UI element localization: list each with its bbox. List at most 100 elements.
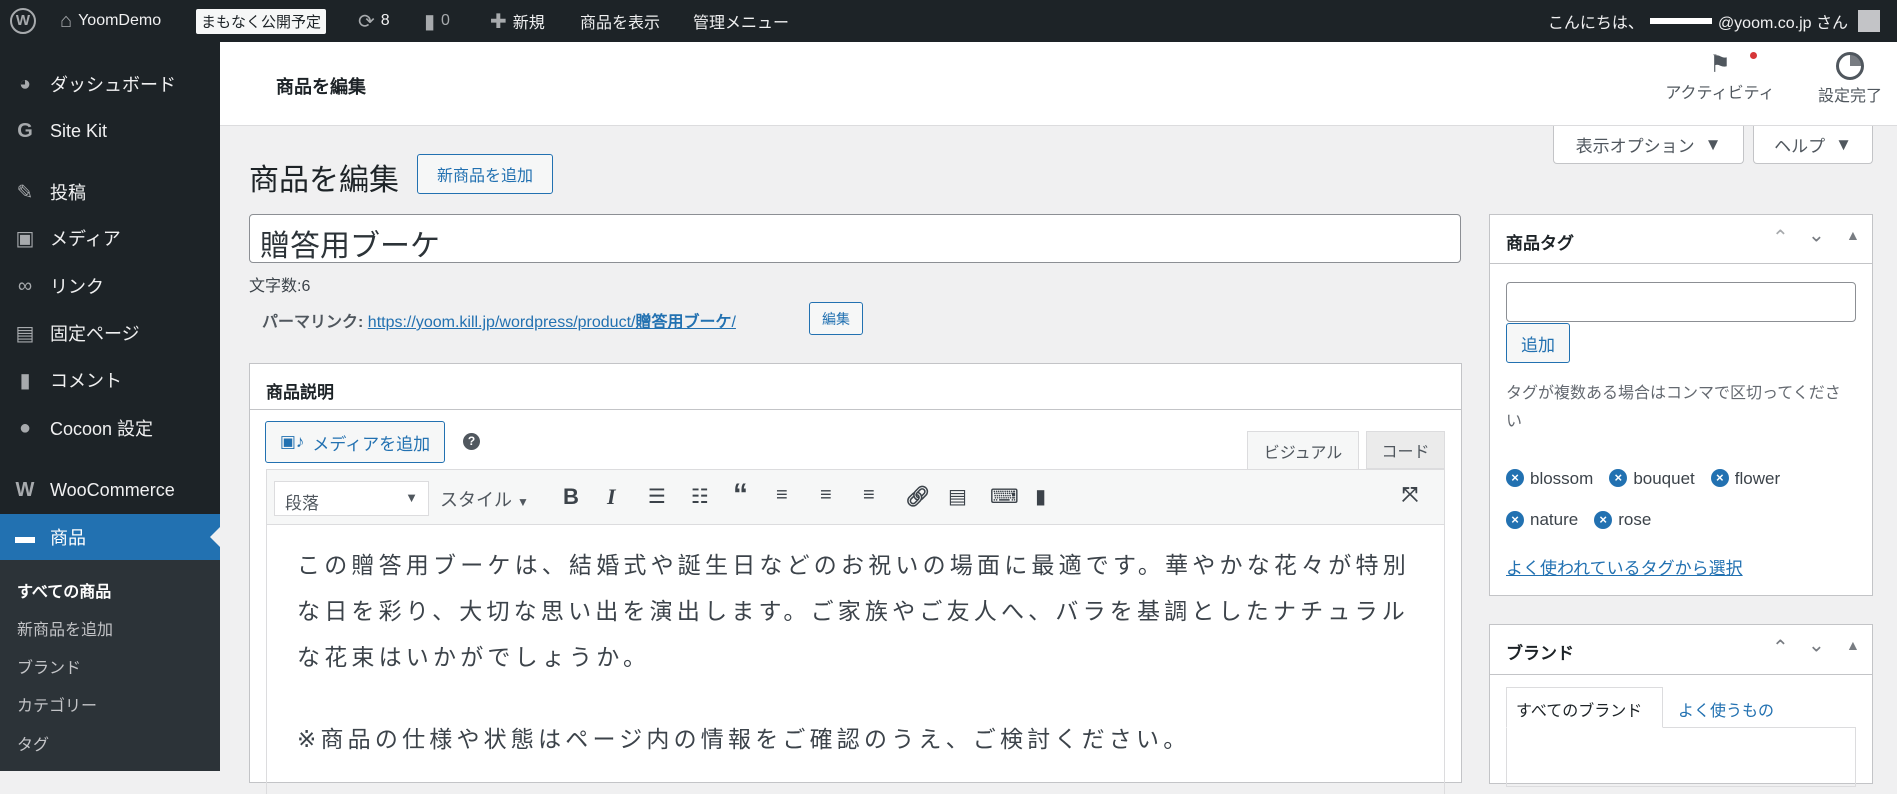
- menu-dashboard[interactable]: ◕ ダッシュボード: [0, 61, 220, 107]
- edit-permalink-button[interactable]: 編集: [809, 302, 863, 335]
- comments-link[interactable]: ▮ 0: [424, 0, 450, 42]
- tab-all-brands[interactable]: すべてのブランド: [1506, 687, 1663, 728]
- submenu-all-products[interactable]: すべての商品: [17, 578, 111, 602]
- align-right-icon[interactable]: ≡: [863, 484, 875, 507]
- move-up-icon[interactable]: ⌃: [1772, 635, 1789, 660]
- cocoon-icon: ●: [18, 416, 32, 439]
- menu-links[interactable]: ∞ リンク: [0, 263, 220, 309]
- media-icon: ▣♪: [279, 432, 305, 451]
- tag-item: × flower: [1710, 458, 1780, 499]
- woocommerce-header: 商品を編集 ⚑ アクティビティ 設定完了: [220, 42, 1897, 126]
- brand-list: [1506, 727, 1856, 787]
- submenu-brands[interactable]: ブランド: [17, 654, 81, 678]
- blockquote-icon[interactable]: “: [733, 478, 748, 512]
- fullscreen-icon[interactable]: ⤧: [1402, 484, 1418, 507]
- woo-icon: W: [15, 478, 35, 501]
- read-more-icon[interactable]: ▤: [948, 484, 967, 509]
- paragraph: ※商品の仕様や状態はページ内の情報をご確認のうえ、ご検討ください。: [297, 726, 1191, 752]
- my-account[interactable]: こんにちは、 @yoom.co.jp さん: [1548, 0, 1880, 42]
- media-icon: ▣: [15, 227, 35, 250]
- numbered-list-icon[interactable]: ☷: [691, 484, 709, 509]
- help-button[interactable]: ヘルプ ▼: [1753, 126, 1873, 164]
- format-select[interactable]: 段落 ▼: [274, 481, 429, 516]
- toolbar-toggle-icon[interactable]: ⌨: [990, 484, 1019, 509]
- tab-visual[interactable]: ビジュアル: [1247, 431, 1359, 470]
- coming-soon-badge[interactable]: まもなく公開予定: [196, 0, 327, 42]
- tag-item: × bouquet: [1609, 458, 1695, 499]
- remove-tag-icon[interactable]: ×: [1506, 510, 1524, 529]
- google-icon: G: [17, 119, 33, 142]
- submenu-add-new[interactable]: 新商品を追加: [17, 616, 113, 640]
- archive-icon: ▬: [15, 525, 35, 548]
- remove-tag-icon[interactable]: ×: [1506, 469, 1524, 487]
- caret-down-icon: ▼: [517, 495, 529, 509]
- plus-icon: ✚: [490, 10, 507, 33]
- permalink: パーマリンク: https://yoom.kill.jp/wordpress/p…: [262, 314, 736, 331]
- link-icon: ∞: [17, 274, 33, 297]
- tag-item: × blossom: [1506, 458, 1593, 499]
- tag-item: × rose: [1594, 499, 1651, 540]
- style-select[interactable]: スタイル ▼: [440, 486, 529, 512]
- site-name-link[interactable]: ⌂ YoomDemo: [60, 0, 161, 42]
- menu-comments[interactable]: ▮ コメント: [0, 357, 220, 403]
- collapse-icon[interactable]: ▲: [1846, 227, 1860, 243]
- move-down-icon[interactable]: ⌃: [1808, 221, 1825, 246]
- align-left-icon[interactable]: ≡: [776, 484, 788, 507]
- flag-icon: ⚑: [1709, 51, 1731, 78]
- tag-input[interactable]: [1506, 282, 1856, 322]
- brand-box: ブランド ⌃ ⌃ ▲ すべてのブランド よく使うもの: [1489, 624, 1873, 787]
- link-icon[interactable]: 🔗︎: [905, 484, 930, 509]
- add-tag-button[interactable]: 追加: [1506, 323, 1570, 363]
- admin-bar: W ⌂ YoomDemo まもなく公開予定 ⟳ 8 ▮ 0 ✚ 新規 商品を表示 管理メ…: [0, 0, 1897, 42]
- remove-tag-icon[interactable]: ×: [1609, 469, 1628, 487]
- caret-down-icon: ▼: [1835, 134, 1852, 154]
- menu-cocoon[interactable]: ● Cocoon 設定: [0, 405, 220, 451]
- updates-link[interactable]: ⟳ 8: [358, 0, 390, 42]
- permalink-link[interactable]: https://yoom.kill.jp/wordpress/product/贈…: [368, 314, 736, 331]
- editor-toolbar: 段落 ▼ スタイル ▼: [266, 469, 1445, 525]
- tab-popular-brands[interactable]: よく使うもの: [1678, 697, 1774, 721]
- menu-pages[interactable]: ▤ 固定ページ: [0, 310, 220, 356]
- new-content-link[interactable]: ✚ 新規: [490, 0, 545, 42]
- move-up-icon[interactable]: ⌃: [1772, 225, 1789, 250]
- bullet-list-icon[interactable]: ☰: [648, 484, 666, 509]
- menu-site-kit[interactable]: G Site Kit: [0, 108, 220, 154]
- menu-products[interactable]: ▬ 商品: [0, 514, 220, 560]
- page-title: 商品を編集: [249, 164, 399, 197]
- italic-icon[interactable]: I: [607, 484, 616, 510]
- product-title-input[interactable]: 贈答用ブーケ: [249, 214, 1461, 263]
- screen-options-button[interactable]: 表示オプション ▼: [1553, 126, 1744, 164]
- choose-popular-tags-link[interactable]: よく使われているタグから選択: [1506, 554, 1743, 579]
- activity-button[interactable]: ⚑ アクティビティ: [1660, 50, 1780, 103]
- bold-icon[interactable]: B: [563, 484, 579, 510]
- tag-help-text: タグが複数ある場合はコンマで区切ってください: [1506, 385, 1841, 430]
- add-media-button[interactable]: ▣♪ メディアを追加: [265, 421, 445, 463]
- collapse-icon[interactable]: ▲: [1846, 637, 1860, 653]
- caret-down-icon: ▼: [405, 490, 418, 505]
- updates-icon: ⟳: [358, 10, 375, 33]
- submenu-tags[interactable]: タグ: [17, 731, 49, 755]
- editor-content[interactable]: この贈答用ブーケは、結婚式や誕生日などのお祝いの場面に最適です。華やかな花々が特…: [266, 524, 1445, 794]
- tab-code[interactable]: コード: [1366, 431, 1445, 469]
- help-icon[interactable]: ?: [463, 433, 480, 450]
- menu-woocommerce[interactable]: W WooCommerce: [0, 467, 220, 513]
- page-break-icon[interactable]: ▮: [1035, 484, 1046, 509]
- view-product-link[interactable]: 商品を表示: [580, 0, 660, 42]
- admin-menu-link[interactable]: 管理メニュー: [693, 0, 789, 42]
- move-down-icon[interactable]: ⌃: [1808, 631, 1825, 656]
- page-icon: ▤: [15, 322, 35, 345]
- menu-media[interactable]: ▣ メディア: [0, 215, 220, 261]
- remove-tag-icon[interactable]: ×: [1710, 469, 1729, 487]
- progress-pie-icon: [1836, 52, 1864, 80]
- caret-down-icon: ▼: [1704, 134, 1722, 154]
- home-icon: ⌂: [60, 9, 73, 32]
- setup-button[interactable]: 設定完了: [1800, 50, 1897, 106]
- remove-tag-icon[interactable]: ×: [1594, 510, 1613, 529]
- box-title: 商品説明: [250, 364, 1461, 410]
- menu-posts[interactable]: ✎ 投稿: [0, 169, 220, 215]
- wordpress-logo-icon[interactable]: W: [10, 0, 36, 42]
- submenu-categories[interactable]: カテゴリー: [17, 692, 97, 716]
- tag-item: × nature: [1506, 499, 1578, 540]
- align-center-icon[interactable]: ≡: [820, 484, 832, 507]
- add-new-product-button[interactable]: 新商品を追加: [417, 154, 553, 194]
